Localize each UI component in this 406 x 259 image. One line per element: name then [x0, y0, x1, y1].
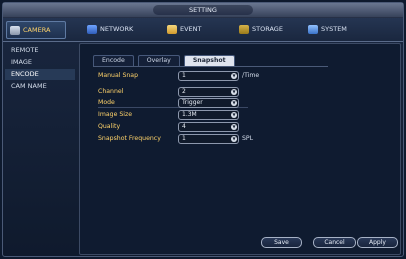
quality-label: Quality	[98, 123, 121, 130]
channel-label: Channel	[98, 88, 124, 95]
mode-label: Mode	[98, 99, 115, 106]
channel-value: 2	[182, 88, 186, 95]
snapshot-frequency-select[interactable]: 1 ▼	[178, 134, 239, 144]
sidebar-item-label: REMOTE	[11, 46, 39, 54]
quality-value: 4	[182, 123, 186, 130]
chevron-down-icon: ▼	[231, 112, 237, 118]
tab-event[interactable]: EVENT	[167, 21, 217, 37]
quality-row: Quality 4 ▼	[98, 122, 388, 132]
tab-camera-label: CAMERA	[23, 26, 51, 34]
tab-storage-label: STORAGE	[252, 25, 283, 33]
mode-select[interactable]: Trigger ▼	[178, 98, 239, 108]
tab-camera[interactable]: CAMERA	[6, 21, 66, 39]
snapshot-frequency-value: 1	[182, 135, 186, 142]
chevron-down-icon: ▼	[231, 136, 237, 142]
manual-snap-value: 1	[182, 72, 186, 79]
sidebar-item-label: CAM NAME	[11, 82, 47, 90]
settings-window: SETTING CAMERA NETWORK EVENT STORAGE SYS…	[2, 2, 404, 257]
title-bar: SETTING	[3, 3, 403, 18]
sidebar-item-image[interactable]: IMAGE	[5, 57, 75, 68]
snapshot-frequency-unit: SPL	[242, 135, 254, 142]
sidebar-item-encode[interactable]: ENCODE	[5, 69, 75, 80]
storage-icon	[239, 24, 249, 34]
tab-overlay[interactable]: Overlay	[137, 55, 180, 66]
left-sidebar: REMOTE IMAGE ENCODE CAM NAME	[5, 43, 75, 253]
mode-row: Mode Trigger ▼	[98, 98, 388, 108]
network-icon	[87, 24, 97, 34]
manual-snap-label: Manual Snap	[98, 72, 139, 79]
tab-event-label: EVENT	[180, 25, 202, 33]
apply-button[interactable]: Apply	[357, 237, 398, 248]
window-title: SETTING	[153, 5, 253, 15]
manual-snap-unit: /Time	[242, 72, 260, 79]
top-navigation: CAMERA NETWORK EVENT STORAGE SYSTEM	[3, 18, 403, 42]
sidebar-item-remote[interactable]: REMOTE	[5, 45, 75, 56]
channel-select[interactable]: 2 ▼	[178, 87, 239, 97]
channel-row: Channel 2 ▼	[98, 87, 388, 97]
settings-panel: Encode Overlay Snapshot Manual Snap 1 ▼ …	[79, 43, 401, 255]
image-size-select[interactable]: 1.3M ▼	[178, 110, 239, 120]
tab-network[interactable]: NETWORK	[87, 21, 149, 37]
tab-system[interactable]: SYSTEM	[308, 21, 368, 37]
subtab-divider	[93, 66, 328, 67]
system-icon	[308, 24, 318, 34]
mode-value: Trigger	[182, 99, 203, 106]
sidebar-item-label: ENCODE	[11, 70, 39, 78]
chevron-down-icon: ▼	[231, 89, 237, 95]
tab-network-label: NETWORK	[100, 25, 134, 33]
tab-encode[interactable]: Encode	[93, 55, 134, 66]
event-icon	[167, 24, 177, 34]
manual-snap-row: Manual Snap 1 ▼ /Time	[98, 71, 388, 81]
save-button[interactable]: Save	[261, 237, 302, 248]
manual-snap-select[interactable]: 1 ▼	[178, 71, 239, 81]
snapshot-frequency-label: Snapshot Frequency	[98, 135, 161, 142]
sidebar-item-label: IMAGE	[11, 58, 33, 66]
tab-snapshot[interactable]: Snapshot	[183, 55, 235, 66]
sidebar-item-cam-name[interactable]: CAM NAME	[5, 81, 75, 92]
image-size-value: 1.3M	[182, 111, 197, 118]
chevron-down-icon: ▼	[231, 124, 237, 130]
tab-storage[interactable]: STORAGE	[239, 21, 299, 37]
image-size-row: Image Size 1.3M ▼	[98, 110, 388, 120]
image-size-label: Image Size	[98, 111, 133, 118]
snapshot-frequency-row: Snapshot Frequency 1 ▼ SPL	[98, 134, 388, 144]
quality-select[interactable]: 4 ▼	[178, 122, 239, 132]
tab-system-label: SYSTEM	[321, 25, 347, 33]
camera-icon	[10, 25, 20, 35]
cancel-button[interactable]: Cancel	[313, 237, 356, 248]
chevron-down-icon: ▼	[231, 100, 237, 106]
chevron-down-icon: ▼	[231, 73, 237, 79]
